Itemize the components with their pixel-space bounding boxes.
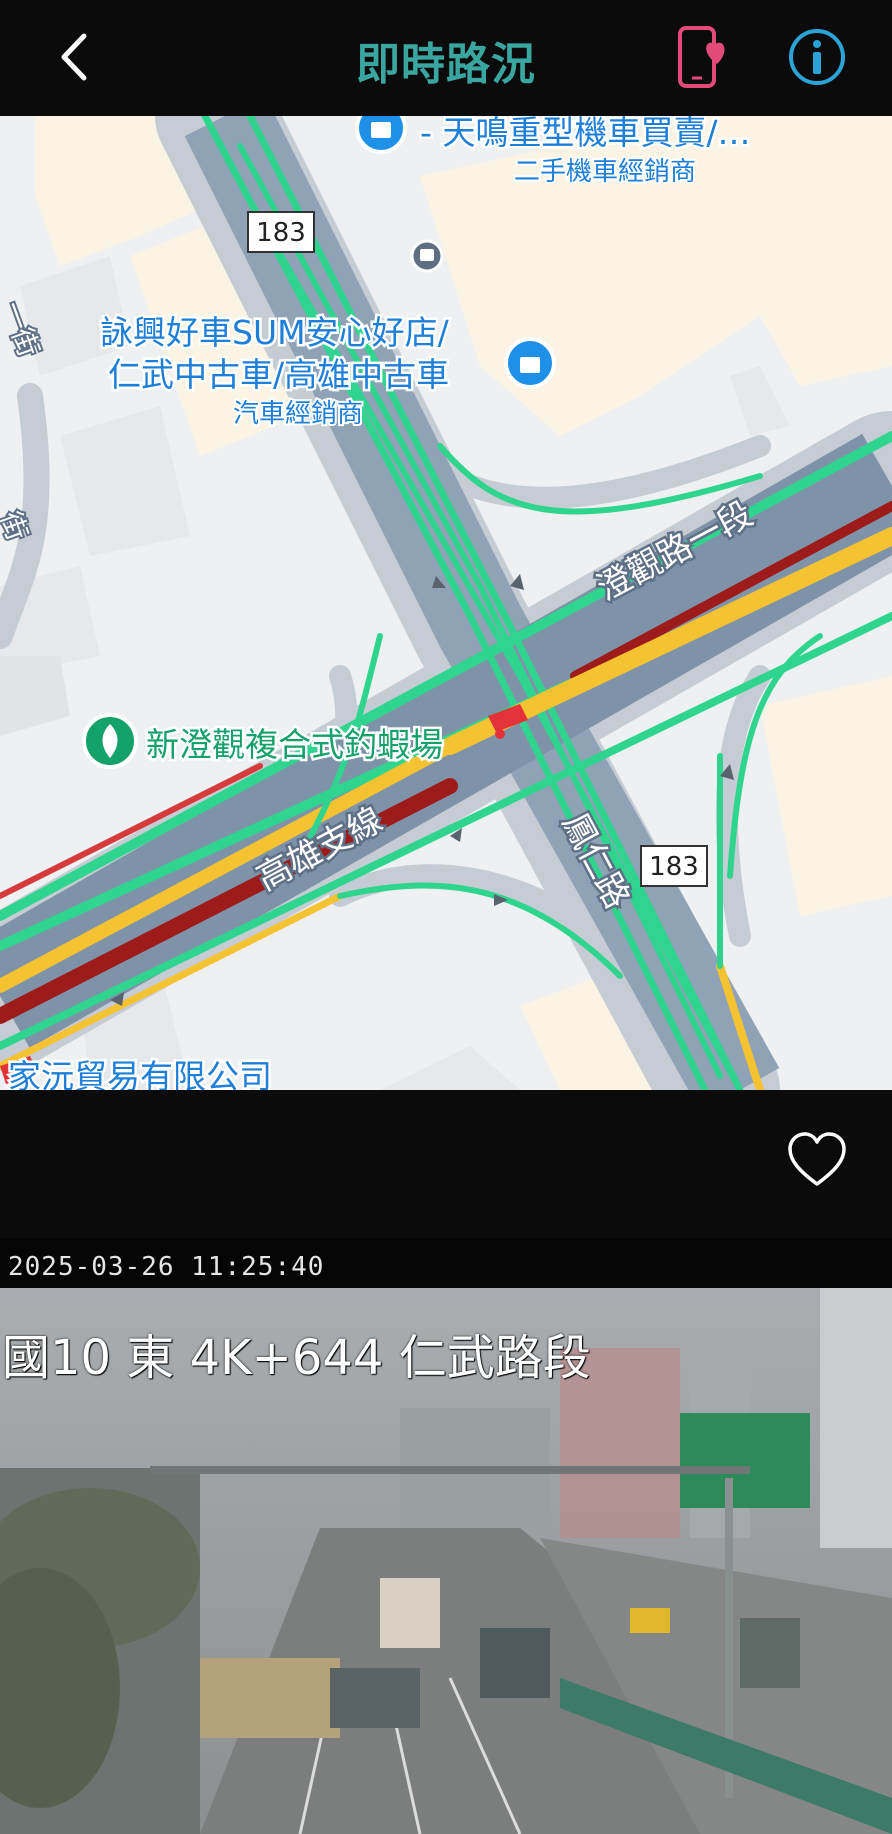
traffic-map[interactable]: 183 183 - 天鳴重型機車買賣/… 二手機車經銷商 詠興好車SUM安心好店… bbox=[0, 116, 892, 1090]
favorite-bar bbox=[0, 1090, 892, 1238]
page-title: 即時路況 bbox=[356, 39, 536, 90]
svg-text:詠興好車SUM安心好店/: 詠興好車SUM安心好店/ bbox=[100, 313, 450, 352]
bus-stop-icon[interactable] bbox=[410, 239, 444, 273]
route-shield: 183 bbox=[640, 845, 708, 887]
poi-label: 家沅貿易有限公司 bbox=[6, 1055, 275, 1091]
camera-timestamp: 2025-03-26 11:25:40 bbox=[8, 1252, 325, 1282]
shopping-bag-icon[interactable] bbox=[504, 337, 556, 389]
app-header: 即時路況 bbox=[0, 0, 892, 116]
fishing-spot-icon[interactable] bbox=[82, 713, 138, 769]
svg-text:新澄觀複合式釣蝦場: 新澄觀複合式釣蝦場 bbox=[146, 725, 443, 764]
traffic-camera-feed[interactable]: 2025-03-26 11:25:40 國10 東 4K+644 仁武路段 bbox=[0, 1238, 892, 1834]
svg-text:二手機車經銷商: 二手機車經銷商 bbox=[514, 157, 696, 187]
favorites-button[interactable] bbox=[670, 22, 740, 92]
svg-text:家沅貿易有限公司: 家沅貿易有限公司 bbox=[8, 1057, 272, 1090]
shopping-bag-icon[interactable] bbox=[355, 116, 407, 154]
poi-label: 新澄觀複合式釣蝦場 bbox=[144, 723, 446, 767]
favorite-button[interactable] bbox=[786, 1130, 848, 1192]
info-icon bbox=[789, 29, 845, 85]
svg-text:汽車經銷商: 汽車經銷商 bbox=[233, 399, 363, 429]
camera-location: 國10 東 4K+644 仁武路段 bbox=[2, 1330, 591, 1386]
svg-text:仁武中古車/高雄中古車: 仁武中古車/高雄中古車 bbox=[108, 355, 449, 394]
info-button[interactable] bbox=[782, 22, 852, 92]
route-shield: 183 bbox=[247, 211, 315, 253]
svg-text:183: 183 bbox=[649, 852, 699, 882]
heart-outline-icon bbox=[788, 1132, 846, 1186]
svg-text:- 天鳴重型機車買賣/…: - 天鳴重型機車買賣/… bbox=[420, 116, 751, 152]
svg-text:183: 183 bbox=[256, 218, 306, 248]
phone-heart-icon bbox=[678, 26, 725, 88]
